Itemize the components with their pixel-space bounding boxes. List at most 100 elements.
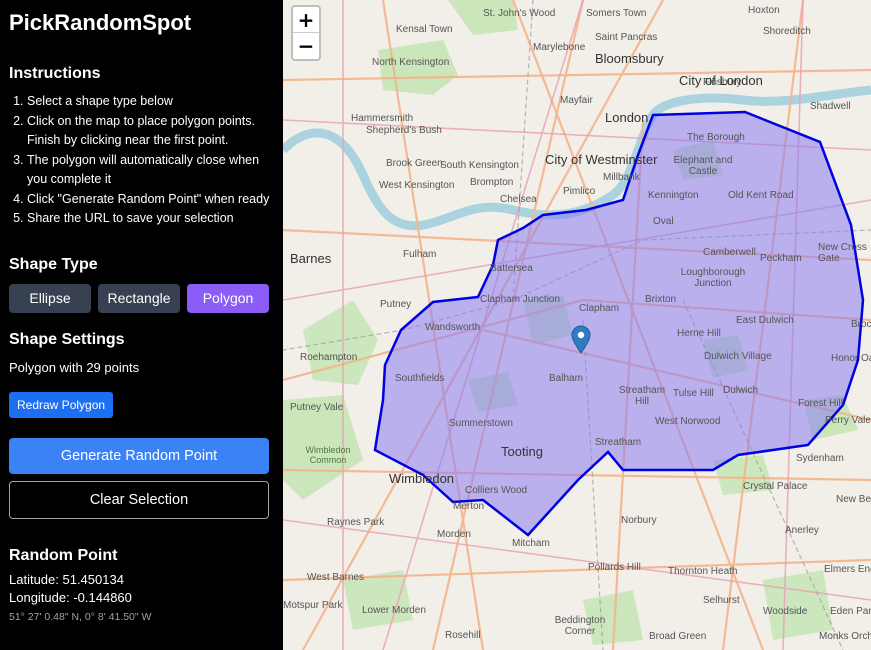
generate-random-point-button[interactable]: Generate Random Point <box>9 437 269 474</box>
place-label: Pimlico <box>563 186 596 197</box>
place-label: Barnes <box>290 251 332 266</box>
place-label: Old Kent Road <box>728 190 794 201</box>
place-label: Oval <box>653 216 674 227</box>
app-title: PickRandomSpot <box>9 10 192 35</box>
place-label: Dulwich <box>723 385 759 396</box>
place-label: Selhurst <box>703 595 740 606</box>
place-label: Putney Vale <box>290 402 344 413</box>
shape-type-buttons: Ellipse Rectangle Polygon <box>9 283 274 313</box>
place-label: Shadwell <box>810 101 851 112</box>
place-label: Clapham <box>579 303 620 314</box>
place-label: Clapham Junction <box>480 294 561 305</box>
place-label: Motspur Park <box>283 600 343 611</box>
place-label: Streatham Hill <box>618 385 666 407</box>
place-label: Shepherd's Bush <box>366 125 442 136</box>
place-label: St. John's Wood <box>483 8 556 19</box>
place-label: Mayfair <box>560 95 593 106</box>
place-label: West Barnes <box>307 572 365 583</box>
instructions-heading: Instructions <box>9 65 101 82</box>
place-label: Chelsea <box>500 194 537 205</box>
place-label: Wandsworth <box>425 322 481 333</box>
place-label: Woodside <box>763 606 808 617</box>
place-label: City of London <box>679 73 763 88</box>
place-label: Elephant and Castle <box>673 155 733 177</box>
place-label: The Borough <box>687 132 745 143</box>
place-label: North Kensington <box>372 57 450 68</box>
place-label: Brompton <box>470 177 514 188</box>
place-label: Brook Green <box>386 158 443 169</box>
place-label: Hammersmith <box>351 113 414 124</box>
place-label: West Norwood <box>655 416 721 427</box>
place-label: New Beckenham <box>836 494 871 505</box>
place-label: City of Westminster <box>545 152 658 167</box>
place-label: Marylebone <box>533 42 586 53</box>
place-label: West Kensington <box>379 180 455 191</box>
map[interactable]: St. John's Wood Somers Town Hoxton Kensa… <box>283 0 871 650</box>
place-label: Millbank <box>603 172 640 183</box>
place-label: Bloomsbury <box>595 51 664 66</box>
place-label: South Kensington <box>440 160 519 171</box>
place-label: Saint Pancras <box>595 32 658 43</box>
place-label: Camberwell <box>703 247 756 258</box>
place-label: Kensal Town <box>396 24 453 35</box>
place-label: Morden <box>437 529 471 540</box>
ellipse-button[interactable]: Ellipse <box>9 283 91 313</box>
place-label: Loughborough Junction <box>680 267 746 289</box>
place-label: Somers Town <box>586 8 647 19</box>
place-label: Norbury <box>621 515 657 526</box>
place-label: Merton <box>453 501 485 512</box>
place-label: Perry Vale <box>825 415 871 426</box>
place-label: Eden Park <box>830 606 871 617</box>
place-label: Honor Oak <box>831 353 871 364</box>
place-label: Shoreditch <box>763 26 811 37</box>
place-label: Summerstown <box>449 418 513 429</box>
place-label: Wimbledon <box>389 471 455 486</box>
place-label: Colliers Wood <box>465 485 528 496</box>
instruction-step: Select a shape type below <box>27 92 274 112</box>
place-label: Anerley <box>785 525 819 536</box>
place-label: Dulwich Village <box>704 351 772 362</box>
longitude-value: Longitude: -0.144860 <box>9 589 132 605</box>
clear-selection-button[interactable]: Clear Selection <box>9 480 269 519</box>
place-label: Elmers End <box>824 564 871 575</box>
place-label: Roehampton <box>300 352 358 363</box>
place-label: Herne Hill <box>677 328 721 339</box>
place-label: Kennington <box>648 190 699 201</box>
place-label: Fulham <box>403 249 437 260</box>
place-label: Peckham <box>760 253 802 264</box>
place-label: Brixton <box>645 294 677 305</box>
zoom-in-button[interactable]: + <box>293 7 319 33</box>
place-label: Pollards Hill <box>588 562 641 573</box>
redraw-polygon-button[interactable]: Redraw Polygon <box>9 391 114 418</box>
zoom-control: + − <box>291 5 321 61</box>
shape-type-heading: Shape Type <box>9 255 98 273</box>
sidebar: PickRandomSpot Instructions Select a sha… <box>0 0 283 650</box>
rectangle-button[interactable]: Rectangle <box>98 283 180 313</box>
place-label: Forest Hill <box>798 398 844 409</box>
place-label: Southfields <box>395 373 445 384</box>
place-label: Brockl <box>851 319 871 330</box>
dms-coordinates: 51° 27' 0.48" N, 0° 8' 41.50" W <box>9 610 152 623</box>
place-label: Streatham <box>595 437 642 448</box>
zoom-out-button[interactable]: − <box>293 33 319 59</box>
place-label: Raynes Park <box>327 517 385 528</box>
place-label: Wimbledon Common <box>305 445 351 465</box>
instruction-step: Click on the map to place polygon points… <box>27 112 274 151</box>
place-label: Beddington Corner <box>554 615 606 637</box>
place-label: Putney <box>380 299 412 310</box>
place-label: Sydenham <box>796 453 844 464</box>
polygon-button[interactable]: Polygon <box>187 283 269 313</box>
place-label: Monks Orchard <box>819 631 871 642</box>
polygon-info: Polygon with 29 points <box>9 359 140 375</box>
place-label: New Cross Gate <box>818 242 867 264</box>
place-label: Lower Morden <box>362 605 426 616</box>
place-label: Crystal Palace <box>743 481 808 492</box>
place-label: London <box>605 110 649 125</box>
place-label: Tooting <box>501 444 543 459</box>
place-label: Battersea <box>490 263 533 274</box>
place-label: Tulse Hill <box>673 388 714 399</box>
place-label: Hoxton <box>748 5 780 16</box>
random-point-heading: Random Point <box>9 546 118 564</box>
instruction-step: Share the URL to save your selection <box>27 209 274 229</box>
place-label: Mitcham <box>512 538 550 549</box>
